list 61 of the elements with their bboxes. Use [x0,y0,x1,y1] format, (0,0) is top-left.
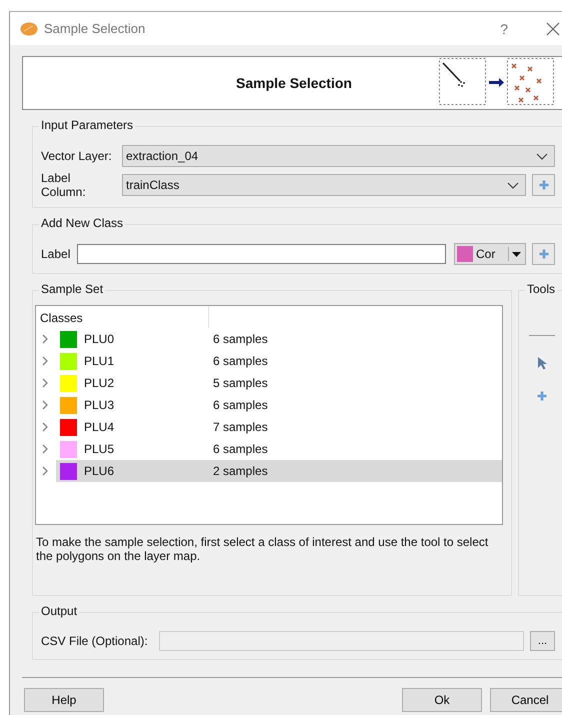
color-picker-button[interactable]: Cor [454,243,526,265]
class-label: PLU1 [84,354,116,368]
ok-button[interactable]: Ok [402,688,482,712]
cancel-button[interactable]: Cancel [490,688,562,712]
chevron-right-icon[interactable] [42,422,48,432]
group-title: Add New Class [39,216,126,230]
field-label: Label Column: [41,171,87,199]
label-column-dropdown[interactable]: trainClass [122,174,526,196]
class-row[interactable]: PLU3 6 samples [36,394,502,416]
window-title: Sample Selection [44,21,146,36]
dropdown-arrow-icon [512,252,521,256]
chevron-right-icon[interactable] [42,334,48,344]
group-title: Input Parameters [39,118,136,132]
add-class-button[interactable] [532,243,555,265]
class-label: PLU3 [84,398,116,412]
class-row[interactable]: PLU1 6 samples [36,350,502,372]
plus-icon [538,248,550,260]
chevron-right-icon[interactable] [42,400,48,410]
help-button[interactable]: ? [496,20,512,36]
cursor-icon[interactable] [537,356,547,370]
chevron-down-icon [507,182,519,188]
class-row[interactable]: PLU2 5 samples [36,372,502,394]
chevron-right-icon[interactable] [42,356,48,366]
plus-icon[interactable] [536,390,548,402]
class-label: PLU4 [84,420,116,434]
class-label: PLU0 [84,332,116,346]
class-label: PLU6 [84,464,116,478]
chevron-down-icon [536,152,548,160]
chevron-right-icon[interactable] [42,466,48,476]
sample-count: 6 samples [213,442,268,456]
help-button[interactable]: Help [24,688,104,712]
group-title: Sample Set [39,282,106,296]
class-row[interactable]: PLU5 6 samples [36,438,502,460]
browse-button[interactable]: ... [530,631,555,651]
vector-layer-dropdown[interactable]: extraction_04 [122,145,555,167]
close-icon[interactable] [546,22,560,36]
sample-count: 6 samples [213,332,268,346]
field-label: Vector Layer: [41,149,113,163]
banner-title: Sample Selection [235,75,353,91]
label-input-field[interactable] [77,244,446,264]
add-column-button[interactable] [532,174,555,196]
class-label: PLU5 [84,442,116,456]
field-label: Label [41,247,71,261]
sample-count: 6 samples [213,398,268,412]
sample-count: 6 samples [213,354,268,368]
sample-count: 5 samples [213,376,268,390]
plus-icon [538,179,550,191]
group-title: Output [39,604,80,618]
sample-count: 2 samples [213,464,268,478]
class-row[interactable]: PLU4 7 samples [36,416,502,438]
hint-text: To make the sample selection, first select a class of interest and use the tool to select the polygons on the layer map. [35,534,490,563]
sample-count: 7 samples [213,420,268,434]
class-row[interactable]: PLU0 6 samples [36,328,502,350]
csv-file-input-field[interactable] [159,631,524,651]
group-title: Tools [525,282,558,296]
column-header: Classes [36,306,209,328]
field-label: CSV File (Optional): [41,634,149,648]
chevron-right-icon[interactable] [42,378,48,388]
chevron-right-icon[interactable] [42,444,48,454]
app-logo-icon [20,22,38,36]
class-label: PLU2 [84,376,116,390]
